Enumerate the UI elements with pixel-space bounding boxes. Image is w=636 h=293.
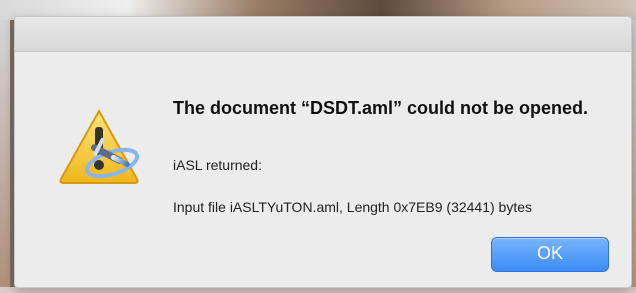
- warning-app-icon: [55, 107, 143, 187]
- dialog-content: The document “DSDT.aml” could not be ope…: [15, 52, 631, 287]
- dialog-titlebar: [15, 17, 631, 52]
- dialog-message: Input file iASLTYuTON.aml, Length 0x7EB9…: [173, 199, 533, 215]
- error-dialog: The document “DSDT.aml” could not be ope…: [14, 16, 632, 288]
- desktop-background-left: [0, 20, 10, 293]
- dialog-subtitle: iASL returned:: [173, 157, 262, 173]
- ok-button[interactable]: OK: [491, 237, 609, 272]
- dialog-title: The document “DSDT.aml” could not be ope…: [173, 98, 589, 118]
